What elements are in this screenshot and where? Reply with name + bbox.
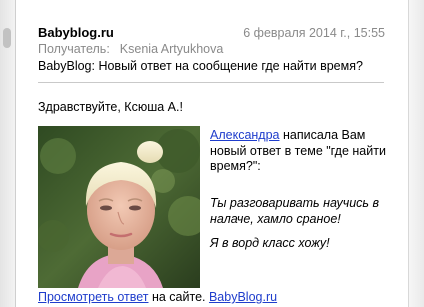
message-date: 6 февраля 2014 г., 15:55 [243, 26, 385, 40]
message-subject: BabyBlog: Новый ответ на сообщение где н… [38, 59, 363, 73]
scrollbar-thumb[interactable] [3, 28, 11, 48]
author-link[interactable]: Александра [210, 128, 280, 142]
recipient-label: Получатель: [38, 42, 110, 56]
window-right-edge [408, 0, 424, 307]
quoted-reply-1: Ты разговаривать научись в налаче, хамло… [210, 196, 379, 226]
author-photo[interactable] [38, 126, 200, 288]
author-photo-image [38, 126, 200, 288]
email-message-pane: Babyblog.ru 6 февраля 2014 г., 15:55 Пол… [16, 0, 408, 307]
greeting-text: Здравствуйте, Ксюша А.! [38, 100, 183, 114]
footer-line: Просмотреть ответ на сайте. BabyBlog.ru [38, 290, 277, 304]
sender-name: Babyblog.ru [38, 25, 114, 40]
quoted-reply-2: Я в ворд класс хожу! [210, 236, 330, 250]
notice-text: Александра написала Вам новый ответ в те… [210, 128, 390, 175]
recipient-name[interactable]: Ksenia Artyukhova [120, 42, 224, 56]
recipient-line: Получатель: Ksenia Artyukhova [38, 42, 223, 56]
vertical-scrollbar[interactable] [0, 0, 16, 307]
site-link[interactable]: BabyBlog.ru [209, 290, 277, 304]
header-divider [38, 82, 384, 83]
view-reply-link[interactable]: Просмотреть ответ [38, 290, 149, 304]
footer-middle-text: на сайте. [148, 290, 209, 304]
